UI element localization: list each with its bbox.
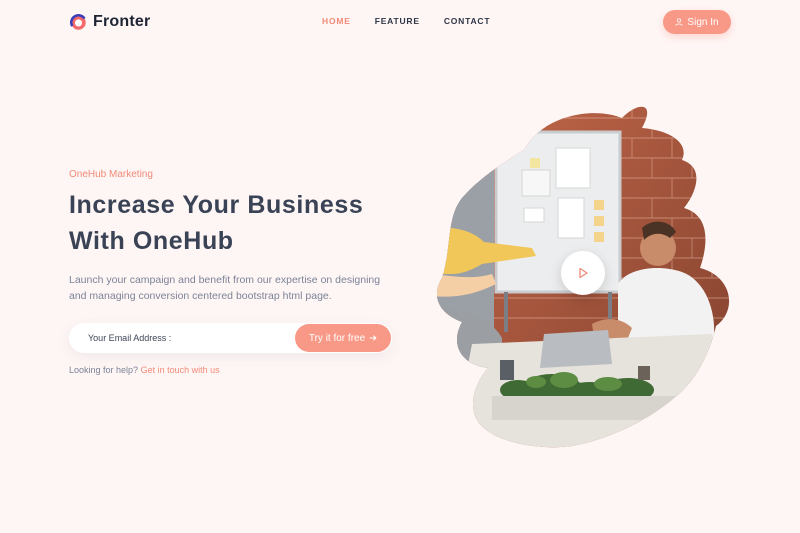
hero-eyebrow: OneHub Marketing — [69, 169, 153, 180]
hero-description: Launch your campaign and benefit from ou… — [69, 274, 381, 302]
subscribe-form: Try it for free — [69, 323, 392, 353]
hero-title-line-1: Increase Your Business — [69, 191, 364, 219]
play-icon — [579, 267, 588, 279]
nav-home[interactable]: HOME — [322, 16, 351, 26]
play-video-button[interactable] — [561, 251, 605, 295]
try-free-button[interactable]: Try it for free — [295, 324, 391, 352]
sign-in-label: Sign In — [687, 16, 719, 28]
main-nav: HOME FEATURE CONTACT — [322, 16, 490, 26]
ring-logo-icon — [70, 13, 87, 31]
nav-feature[interactable]: FEATURE — [375, 16, 420, 26]
site-header: Fronter HOME FEATURE CONTACT Sign In — [0, 0, 800, 44]
sign-in-button[interactable]: Sign In — [663, 10, 731, 34]
hero-title: Increase Your Business With OneHub — [69, 187, 409, 259]
hero-title-line-2: With OneHub — [69, 227, 234, 255]
brand-logo[interactable]: Fronter — [70, 11, 150, 33]
try-free-label: Try it for free — [308, 332, 366, 344]
contact-link[interactable]: Get in touch with us — [141, 365, 220, 375]
user-icon — [675, 18, 684, 26]
help-question: Looking for help? — [69, 365, 139, 375]
arrow-right-icon — [369, 335, 377, 341]
nav-contact[interactable]: CONTACT — [444, 16, 491, 26]
brand-name: Fronter — [93, 13, 151, 30]
help-text: Looking for help? Get in touch with us — [69, 365, 220, 375]
email-input[interactable] — [69, 323, 295, 353]
